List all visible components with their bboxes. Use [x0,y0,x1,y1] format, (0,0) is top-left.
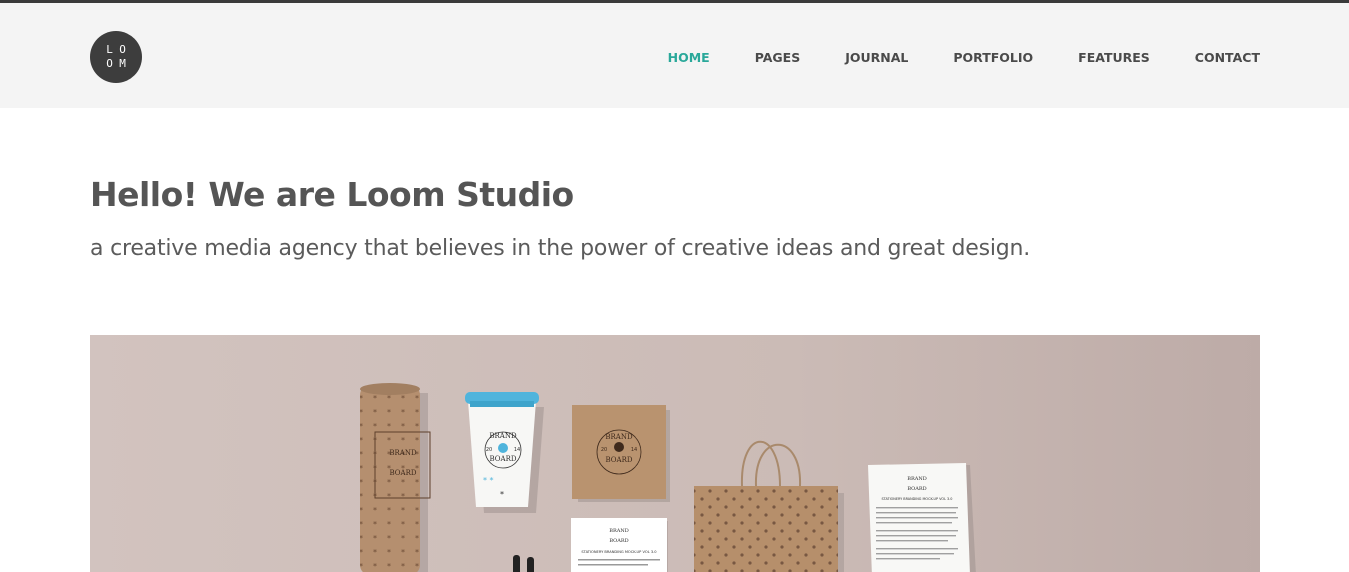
cup-brand-text: BOARD [490,455,517,463]
cup-brand-text: BRAND [489,432,517,440]
logo-letter: O [106,57,113,70]
stationery-card: BRAND BOARD STATIONERY BRANDING MOCK-UP … [571,518,668,572]
tube-brand-text: BOARD [390,469,417,477]
card-caption: STATIONERY BRANDING MOCK-UP VOL 3.0 [581,550,657,554]
card-brand-text: BOARD [609,538,628,544]
nav-contact[interactable]: CONTACT [1195,50,1260,65]
kraft-box: BRAND BOARD 20 14 [572,405,670,502]
nav-pages[interactable]: PAGES [755,50,801,65]
hero-subtitle: a creative media agency that believes in… [90,236,1031,261]
nav-journal[interactable]: JOURNAL [845,50,908,65]
cup-year-text: 14 [514,447,520,453]
box-brand-text: BOARD [606,456,633,464]
logo-letter: L [106,43,113,56]
logo-letter: O [119,43,126,56]
box-brand-text: BRAND [605,433,633,441]
site-header: L O O M HOME PAGES JOURNAL PORTFOLIO FEA… [0,3,1349,108]
card-brand-text: BRAND [609,528,628,534]
cup-year-text: 20 [486,447,492,453]
svg-text:* *: * * [483,476,494,485]
nav-features[interactable]: FEATURES [1078,50,1150,65]
banner-background [90,335,1260,572]
main-nav: HOME PAGES JOURNAL PORTFOLIO FEATURES CO… [623,50,1260,65]
letter-brand-text: BOARD [907,486,926,492]
letter-sheet: BRAND BOARD STATIONERY BRANDING MOCK-UP … [868,463,976,572]
kraft-tube: BRAND BOARD [360,383,431,572]
hero-banner-image: * BRAND BOARD BRAND BOA [90,335,1260,572]
box-year-text: 20 [601,447,607,453]
letter-brand-text: BRAND [907,476,926,482]
hero-title: Hello! We are Loom Studio [90,175,574,214]
tube-brand-text: BRAND [389,449,417,457]
box-year-text: 14 [631,447,637,453]
nav-home[interactable]: HOME [668,50,710,65]
nav-portfolio[interactable]: PORTFOLIO [953,50,1033,65]
loom-logo[interactable]: L O O M [90,31,142,83]
coffee-cup: BRAND BOARD 20 14 * * * [465,392,544,513]
logo-letter: M [119,57,126,70]
svg-text:*: * [500,490,504,499]
letter-caption: STATIONERY BRANDING MOCK-UP VOL 3.0 [882,497,953,501]
